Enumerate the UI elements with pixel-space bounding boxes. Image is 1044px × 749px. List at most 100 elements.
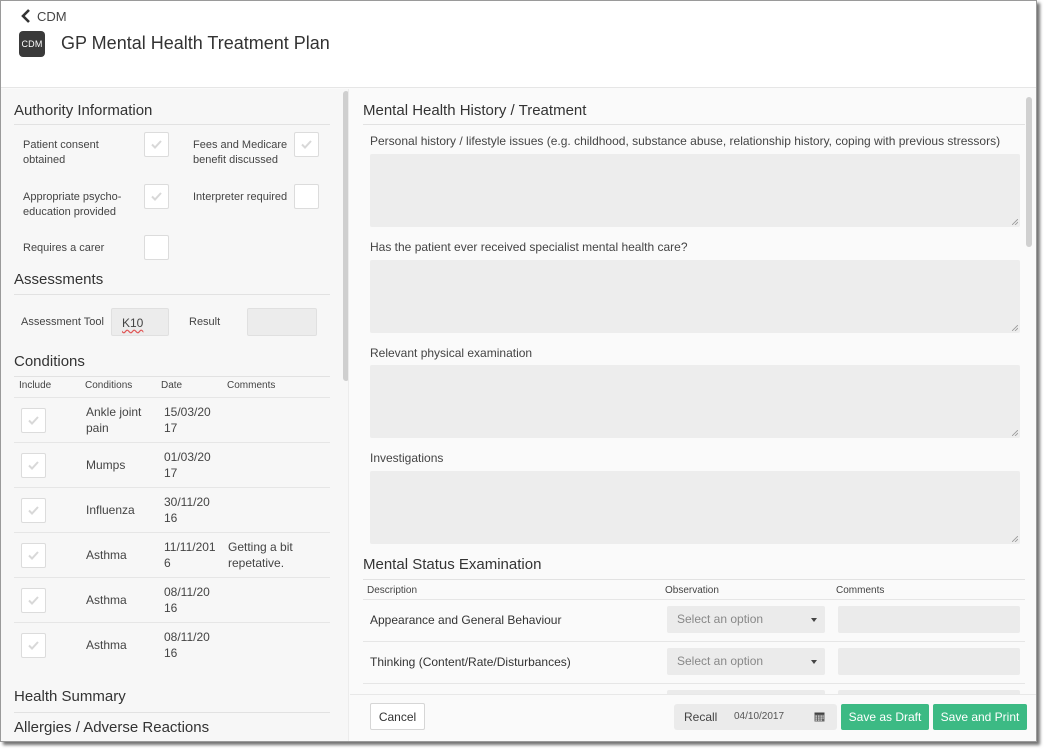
mse-row: Appearance and General Behaviour Select … [363, 599, 1025, 641]
check-icon [28, 551, 39, 560]
app-badge: CDM [19, 31, 45, 57]
observation-select[interactable]: Select an option [667, 648, 825, 675]
condition-date: 11/11/2016 [164, 540, 216, 570]
right-panel-scrollbar[interactable] [1026, 97, 1032, 247]
specialist-care-label: Has the patient ever received specialist… [370, 240, 688, 254]
check-icon [28, 461, 39, 470]
column-header-description: Description [367, 585, 418, 596]
psycho-education-checkbox[interactable] [144, 184, 169, 209]
requires-carer-checkbox[interactable] [144, 235, 169, 260]
allergies-section-title: Allergies / Adverse Reactions [14, 719, 210, 736]
left-panel: Authority Information Patient consent ob… [1, 89, 349, 741]
physical-exam-label: Relevant physical examination [370, 346, 533, 360]
recall-date-value[interactable]: 04/10/2017 [734, 711, 784, 722]
condition-name: Asthma [86, 548, 127, 562]
include-checkbox[interactable] [21, 453, 46, 478]
condition-row: Asthma 08/11/2016 [14, 622, 330, 667]
assessment-tool-value: K10 [122, 316, 144, 330]
condition-name: Influenza [86, 503, 135, 517]
include-checkbox[interactable] [21, 543, 46, 568]
divider [363, 579, 1025, 580]
right-panel: Mental Health History / Treatment Person… [350, 89, 1036, 741]
condition-row: Ankle joint pain 15/03/2017 [14, 397, 330, 442]
condition-date: 30/11/2016 [164, 495, 210, 525]
condition-date: 08/11/2016 [164, 630, 210, 660]
check-icon [151, 140, 162, 149]
column-header-comments: Comments [227, 380, 276, 391]
physical-exam-textarea[interactable] [370, 365, 1020, 438]
resize-grip-icon[interactable] [1012, 536, 1018, 542]
caret-down-icon [811, 618, 817, 622]
personal-history-textarea[interactable] [370, 154, 1020, 227]
investigations-textarea[interactable] [370, 471, 1020, 544]
column-header-date: Date [161, 380, 183, 391]
form-footer: Cancel Recall 04/10/2017 Save as Draft S… [350, 694, 1036, 741]
save-and-print-button[interactable]: Save and Print [933, 704, 1027, 730]
observation-select-value: Select an option [677, 612, 764, 626]
condition-name: Mumps [86, 458, 126, 472]
condition-row: Influenza 30/11/2016 [14, 487, 330, 532]
result-label: Result [189, 316, 221, 328]
assessments-section-title: Assessments [14, 271, 104, 288]
left-panel-scrollbar[interactable] [343, 91, 348, 381]
check-icon [28, 506, 39, 515]
include-checkbox[interactable] [21, 588, 46, 613]
check-icon [301, 140, 312, 149]
specialist-care-textarea[interactable] [370, 260, 1020, 333]
page-title: GP Mental Health Treatment Plan [61, 33, 330, 53]
investigations-label: Investigations [370, 451, 444, 465]
resize-grip-icon[interactable] [1012, 430, 1018, 436]
assessment-tool-input[interactable]: K10 [111, 308, 169, 336]
observation-select[interactable]: Select an option [667, 606, 825, 633]
mse-comment-input[interactable] [838, 648, 1020, 675]
patient-consent-label: Patient consent obtained [23, 139, 99, 166]
back-link-label: CDM [37, 8, 67, 24]
mse-comment-input[interactable] [838, 606, 1020, 633]
cancel-button[interactable]: Cancel [370, 703, 425, 730]
condition-name: Asthma [86, 638, 127, 652]
check-icon [28, 416, 39, 425]
patient-consent-checkbox[interactable] [144, 132, 169, 157]
include-checkbox[interactable] [21, 633, 46, 658]
condition-date: 08/11/2016 [164, 585, 210, 615]
divider [14, 712, 330, 713]
column-header-comments: Comments [836, 585, 885, 596]
divider [363, 124, 1025, 125]
interpreter-label: Interpreter required [193, 191, 288, 203]
divider [14, 376, 330, 377]
calendar-icon[interactable] [814, 711, 825, 722]
mse-section-title: Mental Status Examination [363, 556, 542, 573]
divider [14, 124, 330, 125]
fees-medicare-label: Fees and Medicare benefit discussed [193, 139, 288, 166]
include-checkbox[interactable] [21, 408, 46, 433]
page-header: CDM CDM GP Mental Health Treatment Plan [1, 1, 1036, 88]
column-header-include: Include [19, 380, 52, 391]
mse-description: Thinking (Content/Rate/Disturbances) [370, 655, 571, 669]
condition-comment: Getting a bit repetative. [228, 540, 293, 570]
requires-carer-label: Requires a carer [23, 242, 105, 254]
conditions-section-title: Conditions [14, 353, 85, 370]
condition-date: 01/03/2017 [164, 450, 211, 480]
include-checkbox[interactable] [21, 498, 46, 523]
result-input[interactable] [247, 308, 317, 336]
condition-row: Asthma 11/11/2016 Getting a bit repetati… [14, 532, 330, 577]
recall-date-picker[interactable]: Recall 04/10/2017 [674, 704, 837, 730]
save-as-draft-button[interactable]: Save as Draft [841, 704, 929, 730]
condition-row: Asthma 08/11/2016 [14, 577, 330, 622]
column-header-conditions: Conditions [85, 380, 133, 391]
interpreter-checkbox[interactable] [294, 184, 319, 209]
fees-medicare-checkbox[interactable] [294, 132, 319, 157]
authority-section-title: Authority Information [14, 102, 153, 119]
caret-down-icon [811, 660, 817, 664]
condition-row: Mumps 01/03/2017 [14, 442, 330, 487]
chevron-left-icon [21, 9, 30, 23]
mse-description: Appearance and General Behaviour [370, 613, 562, 627]
condition-date: 15/03/2017 [164, 405, 211, 435]
assessment-tool-label: Assessment Tool [21, 316, 104, 328]
recall-label: Recall [684, 710, 718, 724]
check-icon [28, 641, 39, 650]
mse-row: Thinking (Content/Rate/Disturbances) Sel… [363, 641, 1025, 683]
back-link[interactable]: CDM [19, 8, 67, 24]
resize-grip-icon[interactable] [1012, 325, 1018, 331]
resize-grip-icon[interactable] [1012, 219, 1018, 225]
